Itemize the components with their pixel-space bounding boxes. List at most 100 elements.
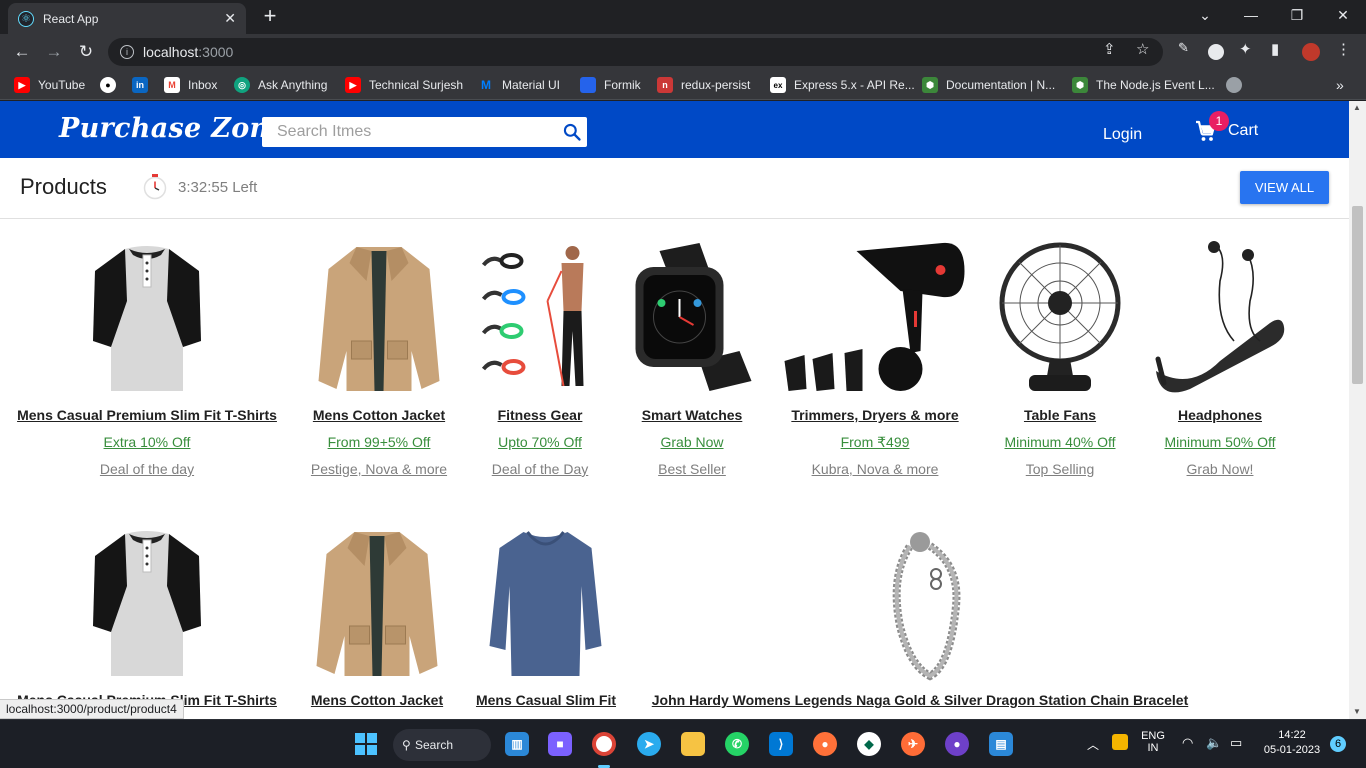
bookmark-formik[interactable]: Formik xyxy=(580,76,641,94)
back-icon[interactable]: ← xyxy=(9,39,35,65)
vscode-icon[interactable]: ⟩ xyxy=(769,732,793,756)
postman-icon[interactable]: ✈ xyxy=(901,732,925,756)
product-tag[interactable]: Grab Now! xyxy=(1100,461,1340,477)
bookmark-globe[interactable] xyxy=(1226,76,1250,94)
product-name[interactable]: Headphones xyxy=(1060,407,1349,423)
bookmark-linkedin[interactable]: in xyxy=(132,76,156,94)
extension-icon[interactable] xyxy=(1208,44,1224,60)
address-bar[interactable]: i localhost:3000 xyxy=(108,38,1163,66)
new-tab-button[interactable]: + xyxy=(258,5,282,29)
tshirt-image xyxy=(93,531,201,676)
headphones-image xyxy=(1155,241,1285,393)
clock[interactable]: 14:22 05-01-2023 xyxy=(1256,729,1328,756)
page-scrollbar[interactable]: ▲ ▼ xyxy=(1349,101,1366,719)
tab-title: React App xyxy=(43,11,99,26)
bookmark-ask-anything[interactable]: ◎ Ask Anything xyxy=(234,76,327,94)
sweater-image xyxy=(489,531,602,676)
address-host: localhost xyxy=(143,44,199,60)
tray-overflow-icon[interactable]: ︿ xyxy=(1087,736,1099,753)
extensions-puzzle-icon[interactable]: ✦ xyxy=(1239,40,1252,58)
firefox-icon[interactable]: ● xyxy=(813,732,837,756)
side-panel-icon[interactable]: ▮ xyxy=(1271,40,1279,58)
login-button[interactable]: Login xyxy=(1103,126,1142,144)
product-name[interactable]: John Hardy Womens Legends Naga Gold & Si… xyxy=(600,692,1240,708)
chrome-icon[interactable] xyxy=(592,732,616,756)
search-icon[interactable] xyxy=(557,117,587,147)
bookmark-star-icon[interactable]: ☆ xyxy=(1136,40,1149,58)
chatgpt-icon: ◎ xyxy=(234,77,250,93)
react-icon: ⚛ xyxy=(18,10,34,27)
nodejs-icon: ⬢ xyxy=(922,77,938,93)
mongodb-icon[interactable]: ◆ xyxy=(857,732,881,756)
bookmark-youtube[interactable]: ▶ YouTube xyxy=(14,76,85,94)
dryer-image xyxy=(784,242,965,391)
fan-image xyxy=(999,242,1121,391)
forward-icon[interactable]: → xyxy=(41,39,67,65)
tray-app-icon[interactable] xyxy=(1112,734,1128,750)
battery-icon[interactable]: ▭ xyxy=(1230,735,1242,751)
search-input[interactable] xyxy=(262,117,557,147)
nodejs-icon: ⬢ xyxy=(1072,77,1088,93)
more-bookmarks-icon[interactable]: » xyxy=(1336,76,1344,94)
close-window-button[interactable]: ✕ xyxy=(1320,0,1366,30)
tshirt-image xyxy=(93,246,201,391)
reload-icon[interactable]: ↻ xyxy=(73,39,99,65)
bookmark-material-ui[interactable]: M Material UI xyxy=(478,76,560,94)
taskbar-search[interactable]: ⚲ Search xyxy=(393,729,491,761)
gmail-icon: M xyxy=(164,77,180,93)
minimize-button[interactable]: — xyxy=(1228,0,1274,30)
search-icon: ⚲ xyxy=(402,738,411,752)
scroll-down-icon[interactable]: ▼ xyxy=(1353,707,1361,716)
whatsapp-icon[interactable]: ✆ xyxy=(725,732,749,756)
tab-search-icon[interactable]: ⌄ xyxy=(1182,0,1228,30)
wifi-icon[interactable]: ◠ xyxy=(1182,735,1193,751)
browser-toolbar: ← → ↻ i localhost:3000 ⇪ ☆ ✎ ✦ ▮ ⋮ xyxy=(0,34,1366,70)
linkedin-icon: in xyxy=(132,77,148,93)
products-section-header: Products 3:32:55 Left VIEW ALL xyxy=(0,158,1349,219)
bookmark-documentation[interactable]: ⬢ Documentation | N... xyxy=(922,76,1055,94)
product-tag[interactable]: Deal of the day xyxy=(27,461,267,477)
bookmark-express[interactable]: ex Express 5.x - API Re... xyxy=(770,76,915,94)
browser-titlebar: ⚛ React App ✕ + ⌄ — ❐ ✕ xyxy=(0,0,1366,34)
watch-image xyxy=(635,243,752,391)
bookmark-inbox[interactable]: M Inbox xyxy=(164,76,217,94)
jacket-image xyxy=(318,247,440,391)
globe-icon xyxy=(1226,77,1242,93)
site-logo[interactable]: Purchase Zone xyxy=(59,113,287,144)
cart-button[interactable]: 1 Cart xyxy=(1194,111,1258,143)
cart-count-badge: 1 xyxy=(1209,111,1229,131)
teams-chat-icon[interactable]: ■ xyxy=(548,732,572,756)
product-offer[interactable]: Minimum 50% Off xyxy=(1100,434,1340,450)
volume-icon[interactable]: 🔈 xyxy=(1206,735,1222,751)
github-desktop-icon[interactable]: ● xyxy=(945,732,969,756)
extension-pen-icon[interactable]: ✎ xyxy=(1178,40,1189,56)
menu-icon[interactable]: ⋮ xyxy=(1336,40,1351,58)
bookmark-redux-persist[interactable]: n redux-persist xyxy=(657,76,750,94)
language-indicator[interactable]: ENG IN xyxy=(1140,730,1166,754)
profile-avatar[interactable] xyxy=(1302,43,1320,61)
view-all-button[interactable]: VIEW ALL xyxy=(1240,171,1329,204)
bookmark-github[interactable]: ● xyxy=(100,76,124,94)
web-page: Purchase Zone Login 1 Cart Products 3:32… xyxy=(0,101,1349,719)
bookmark-node-event-loop[interactable]: ⬢ The Node.js Event L... xyxy=(1072,76,1215,94)
browser-tab[interactable]: ⚛ React App ✕ xyxy=(8,3,246,34)
task-view-icon[interactable]: ▥ xyxy=(505,732,529,756)
deal-timer: 3:32:55 Left xyxy=(178,179,258,196)
restore-button[interactable]: ❐ xyxy=(1274,0,1320,30)
scrollbar-thumb[interactable] xyxy=(1352,206,1363,384)
product-offer[interactable]: Extra 10% Off xyxy=(27,434,267,450)
windows-start-icon[interactable] xyxy=(354,732,378,756)
mui-icon: M xyxy=(481,78,491,92)
scroll-up-icon[interactable]: ▲ xyxy=(1353,103,1361,112)
telegram-icon[interactable]: ➤ xyxy=(637,732,661,756)
bookmark-technical-surjesh[interactable]: ▶ Technical Surjesh xyxy=(345,76,463,94)
site-info-icon[interactable]: i xyxy=(120,45,134,59)
close-tab-icon[interactable]: ✕ xyxy=(224,10,236,27)
youtube-icon: ▶ xyxy=(14,77,30,93)
notepad-icon[interactable]: ▤ xyxy=(989,732,1013,756)
share-icon[interactable]: ⇪ xyxy=(1103,40,1116,58)
notification-badge[interactable]: 6 xyxy=(1330,736,1346,752)
file-explorer-icon[interactable] xyxy=(681,732,705,756)
npm-icon: n xyxy=(657,77,673,93)
bracelet-image xyxy=(892,532,961,681)
